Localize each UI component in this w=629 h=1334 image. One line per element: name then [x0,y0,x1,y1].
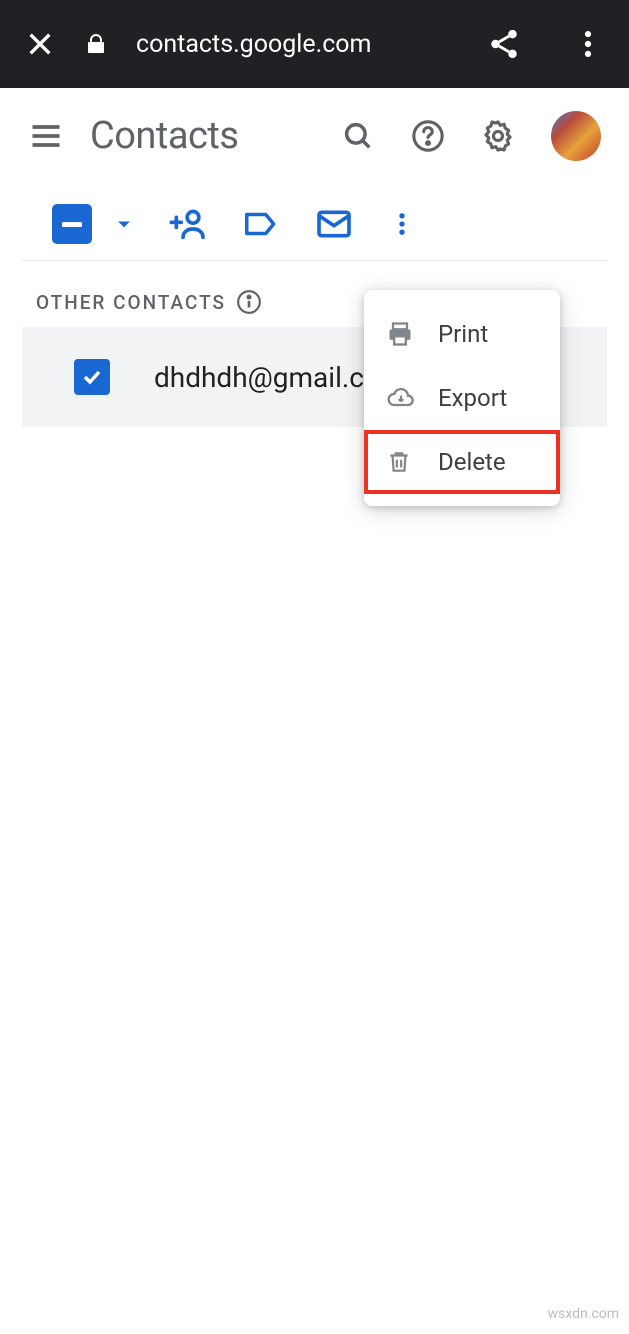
section-label: OTHER CONTACTS [36,291,226,314]
menu-item-delete[interactable]: Delete [364,430,560,494]
browser-more-icon[interactable] [571,27,605,61]
cloud-download-icon [386,384,414,412]
contact-checkbox[interactable] [74,359,110,395]
info-icon[interactable] [236,289,262,315]
app-title: Contacts [90,114,341,158]
menu-label: Export [438,384,507,412]
close-icon[interactable] [24,28,56,60]
selection-toolbar [0,184,629,260]
menu-item-export[interactable]: Export [364,366,560,430]
toolbar-more-icon[interactable] [388,205,416,243]
context-menu: Print Export Delete [364,290,560,506]
add-contact-icon[interactable] [168,204,208,244]
email-icon[interactable] [314,204,354,244]
search-icon[interactable] [341,119,375,153]
share-icon[interactable] [487,27,521,61]
menu-item-print[interactable]: Print [364,302,560,366]
select-all-checkbox[interactable] [52,204,92,244]
help-icon[interactable] [411,119,445,153]
menu-label: Print [438,320,488,348]
watermark: wsxdn.com [548,1306,619,1322]
url-text[interactable]: contacts.google.com [136,30,459,59]
lock-icon [84,32,108,56]
app-header: Contacts [0,88,629,184]
avatar[interactable] [551,111,601,161]
label-icon[interactable] [242,205,280,243]
settings-icon[interactable] [481,119,515,153]
menu-icon[interactable] [28,118,64,154]
print-icon [386,320,414,348]
browser-address-bar: contacts.google.com [0,0,629,88]
selection-dropdown-icon[interactable] [114,214,134,234]
menu-label: Delete [438,448,506,476]
trash-icon [386,448,414,476]
